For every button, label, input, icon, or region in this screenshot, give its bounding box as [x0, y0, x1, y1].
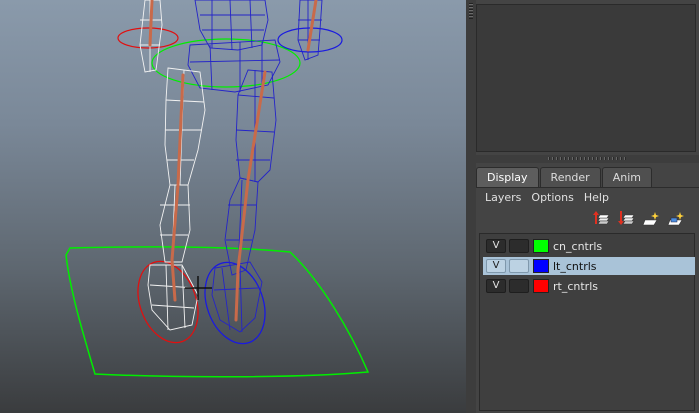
display-type-toggle[interactable] [509, 239, 529, 253]
layer-name: lt_cntrls [553, 259, 597, 273]
horizontal-splitter[interactable] [476, 155, 699, 163]
layer-toolbar [592, 210, 686, 228]
tab-divider [476, 187, 699, 188]
display-type-toggle[interactable] [509, 259, 529, 273]
display-type-toggle[interactable] [509, 279, 529, 293]
cn-hip-control[interactable] [151, 38, 301, 88]
layer-name: rt_cntrls [553, 279, 598, 293]
layer-list: V cn_cntrls V lt_cntrls V rt_cntrls [479, 233, 695, 411]
layer-editor-tabs: Display Render Anim [476, 167, 653, 187]
menu-help[interactable]: Help [580, 189, 615, 207]
wireframe-scene [65, 0, 370, 378]
layer-row-cn-cntrls[interactable]: V cn_cntrls [483, 237, 695, 255]
tab-display[interactable]: Display [476, 167, 539, 187]
visibility-toggle[interactable]: V [486, 239, 506, 253]
menu-options[interactable]: Options [527, 189, 579, 207]
layer-row-rt-cntrls[interactable]: V rt_cntrls [483, 277, 695, 295]
layer-name: cn_cntrls [553, 239, 603, 253]
new-layer-icon[interactable] [642, 210, 661, 228]
visibility-toggle[interactable]: V [486, 259, 506, 273]
menu-layers[interactable]: Layers [481, 189, 527, 207]
new-layer-from-selected-icon[interactable] [667, 210, 686, 228]
right-pane: Display Render Anim Layers Options Help [476, 0, 699, 413]
visibility-toggle[interactable]: V [486, 279, 506, 293]
move-layer-up-icon[interactable] [592, 210, 611, 228]
tab-anim[interactable]: Anim [601, 167, 652, 187]
vertical-splitter[interactable] [466, 0, 476, 413]
lt-leg-wireframe [187, 0, 323, 333]
tab-render[interactable]: Render [539, 167, 601, 187]
layer-color-swatch[interactable] [533, 239, 549, 253]
layer-row-lt-cntrls[interactable]: V lt_cntrls [483, 257, 695, 275]
channel-box-panel [476, 4, 696, 152]
lt-foot-control[interactable] [194, 254, 275, 352]
layer-color-swatch[interactable] [533, 279, 549, 293]
move-layer-down-icon[interactable] [617, 210, 636, 228]
layer-color-swatch[interactable] [533, 259, 549, 273]
viewport-3d[interactable] [0, 0, 466, 413]
manipulator-icon[interactable] [185, 276, 212, 300]
splitter-grip-icon [548, 157, 628, 160]
splitter-grip-icon [469, 3, 473, 19]
layer-menubar: Layers Options Help [476, 189, 699, 207]
